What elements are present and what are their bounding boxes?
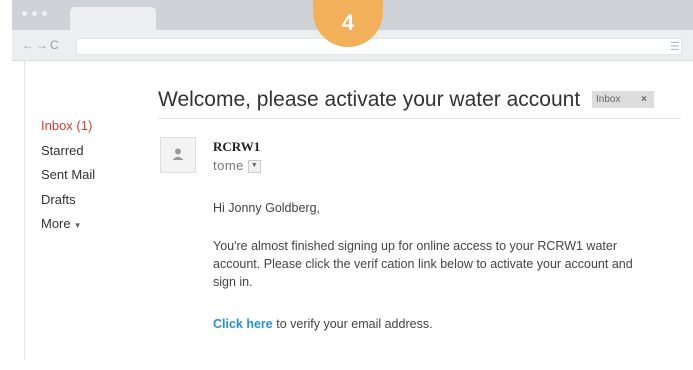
sidebar-item-sent-mail[interactable]: Sent Mail xyxy=(41,167,95,192)
sidebar-item-more[interactable]: More ▼ xyxy=(41,216,95,241)
sidebar-item-label: Inbox (1) xyxy=(41,118,93,133)
divider xyxy=(158,118,681,119)
mail-sidebar: Inbox (1) Starred Sent Mail Drafts More ▼ xyxy=(41,118,95,241)
sidebar-item-inbox[interactable]: Inbox (1) xyxy=(41,118,95,143)
inbox-label-chip[interactable]: Inbox × xyxy=(592,91,654,108)
sidebar-item-label: More xyxy=(41,216,71,231)
avatar xyxy=(160,137,196,173)
sidebar-item-starred[interactable]: Starred xyxy=(41,143,95,168)
window-dot[interactable] xyxy=(22,11,27,16)
sidebar-item-label: Drafts xyxy=(41,191,76,207)
sender-name: RCRW1 xyxy=(213,139,261,154)
menu-icon[interactable]: ☰ xyxy=(670,40,680,53)
email-cta: Click here to verify your email address. xyxy=(213,315,653,333)
recipient-line: tome ▼ xyxy=(213,158,261,174)
sidebar-item-label: Starred xyxy=(41,142,84,158)
caret-down-icon: ▼ xyxy=(73,221,82,230)
sidebar-item-label: Sent Mail xyxy=(41,167,96,182)
email-paragraph: You're almost finished signing up for on… xyxy=(213,239,633,289)
details-dropdown[interactable]: ▼ xyxy=(247,160,261,174)
person-icon xyxy=(172,148,184,160)
close-icon[interactable]: × xyxy=(641,91,647,108)
reload-icon[interactable]: C xyxy=(50,38,61,52)
forward-icon[interactable]: → xyxy=(36,38,50,52)
url-input[interactable] xyxy=(76,38,682,55)
verify-link[interactable]: Click here xyxy=(213,317,273,331)
back-icon[interactable]: ← xyxy=(22,38,36,52)
window-dot[interactable] xyxy=(32,11,37,16)
email-subject: Welcome, please activate your water acco… xyxy=(158,88,581,111)
cta-text: to verify your email address. xyxy=(272,317,433,331)
divider xyxy=(24,60,25,360)
email-greeting: Hi Jonny Goldberg, xyxy=(213,201,321,215)
nav-buttons: ←→C xyxy=(22,38,61,52)
window-controls[interactable] xyxy=(22,11,47,16)
label-text: Inbox xyxy=(596,94,621,105)
browser-tab[interactable] xyxy=(70,7,156,30)
sidebar-item-drafts[interactable]: Drafts xyxy=(41,192,95,217)
recipient-text: tome xyxy=(213,158,244,173)
dropdown-icon: ▼ xyxy=(250,162,259,170)
window-dot[interactable] xyxy=(42,11,47,16)
